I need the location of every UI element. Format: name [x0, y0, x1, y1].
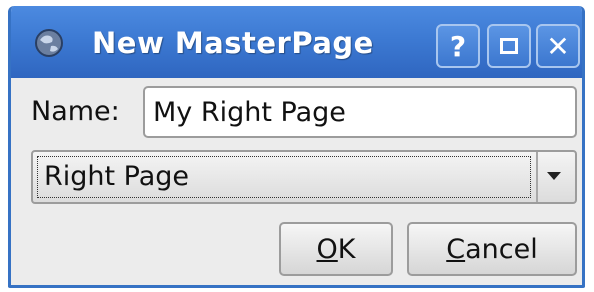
- close-icon: ✕: [546, 29, 570, 63]
- page-type-dropdown[interactable]: Right Page: [31, 150, 577, 204]
- page-type-selected: Right Page: [44, 161, 190, 192]
- help-button[interactable]: ?: [436, 24, 480, 68]
- cancel-label-rest: ancel: [465, 233, 538, 265]
- globe-icon: [35, 29, 63, 57]
- chevron-down-icon[interactable]: [547, 172, 561, 180]
- cancel-button[interactable]: Cancel: [407, 222, 577, 276]
- ok-button[interactable]: OK: [279, 222, 393, 276]
- maximize-button[interactable]: [487, 24, 531, 68]
- page-type-focus-frame: Right Page: [37, 156, 531, 198]
- ok-mnemonic: O: [316, 233, 338, 265]
- name-input[interactable]: [143, 86, 577, 138]
- title-bar[interactable]: New MasterPage ? ✕: [11, 6, 582, 78]
- name-label: Name:: [31, 96, 120, 127]
- window-title: New MasterPage: [92, 26, 374, 60]
- help-icon: ?: [449, 29, 467, 63]
- dialog-content: Name: Right Page OK Cancel: [11, 78, 582, 285]
- maximize-icon: [500, 38, 518, 54]
- new-masterpage-dialog: New MasterPage ? ✕ Name: Right Page OK C…: [8, 6, 585, 288]
- ok-label-rest: K: [337, 233, 356, 265]
- dropdown-separator: [536, 152, 538, 202]
- close-button[interactable]: ✕: [536, 24, 580, 68]
- cancel-mnemonic: C: [446, 233, 466, 265]
